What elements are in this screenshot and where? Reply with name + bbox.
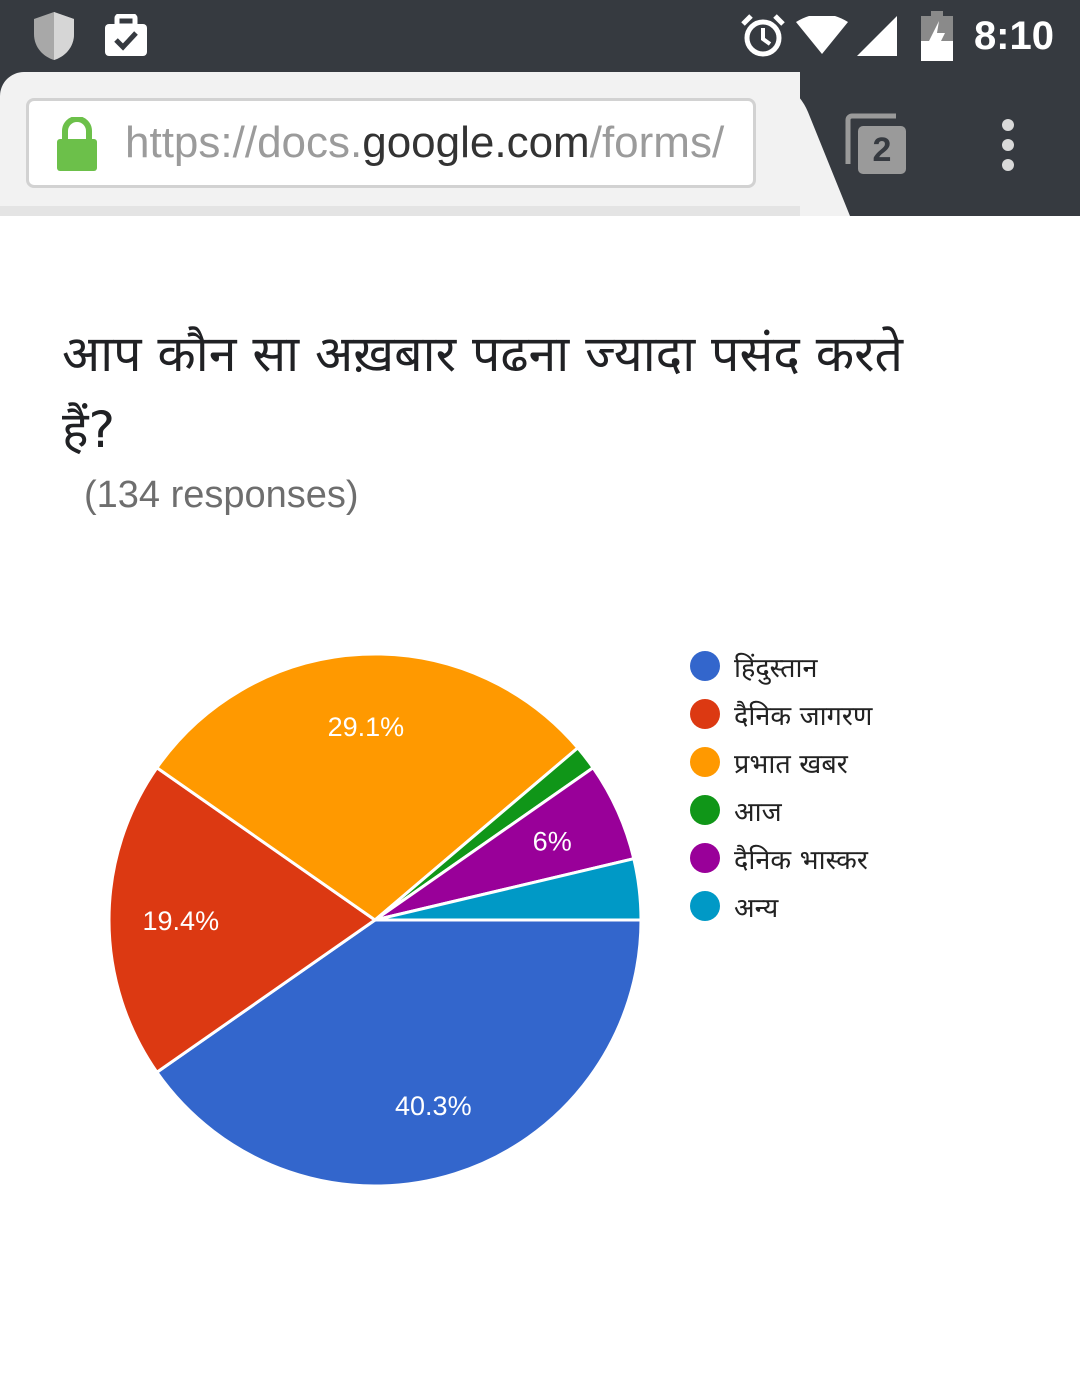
menu-dot (1002, 159, 1014, 171)
overflow-menu-button[interactable] (990, 112, 1026, 178)
legend-item[interactable]: आज (690, 786, 872, 834)
slice-percent-label: 40.3% (395, 1091, 472, 1121)
legend-item[interactable]: प्रभात खबर (690, 738, 872, 786)
slice-percent-label: 6% (533, 827, 572, 857)
menu-dot (1002, 119, 1014, 131)
legend-label: प्रभात खबर (734, 748, 848, 780)
lock-icon (55, 116, 99, 175)
legend-item[interactable]: हिंदुस्तान (690, 642, 872, 690)
legend-label: दैनिक जागरण (734, 700, 873, 732)
slice-percent-label: 29.1% (328, 712, 405, 742)
question-title: आप कौन सा अख़बार पढना ज्यादा पसंद करते ह… (62, 325, 904, 459)
chart-legend: हिंदुस्तान दैनिक जागरण प्रभात खबर आज दैनिक भ… (690, 642, 872, 930)
alarm-icon (740, 0, 786, 72)
url-suffix: /forms/ (589, 118, 725, 167)
toolbar-divider (0, 206, 800, 216)
legend-swatch (690, 891, 720, 921)
legend-label: अन्य (734, 892, 779, 924)
address-bar[interactable]: https://docs.google.com/forms/ (26, 98, 756, 188)
legend-swatch (690, 747, 720, 777)
legend-swatch (690, 651, 720, 681)
clock: 8:10 (973, 13, 1054, 58)
legend-item[interactable]: दैनिक जागरण (690, 690, 872, 738)
legend-item[interactable]: अन्य (690, 882, 872, 930)
shield-icon (28, 0, 80, 72)
legend-item[interactable]: दैनिक भास्कर (690, 834, 872, 882)
menu-dot (1002, 139, 1014, 151)
legend-swatch (690, 795, 720, 825)
slice-percent-label: 19.4% (143, 906, 220, 936)
legend-swatch (690, 699, 720, 729)
status-bar: 8:10 (0, 0, 1080, 72)
url-domain: google.com (362, 118, 590, 167)
legend-swatch (690, 843, 720, 873)
url-prefix: https://docs. (125, 118, 363, 167)
signal-icon (856, 0, 898, 72)
legend-label: हिंदुस्तान (734, 652, 818, 684)
url-text[interactable]: https://docs.google.com/forms/ (125, 101, 724, 185)
legend-label: आज (734, 796, 782, 828)
tab-count: 2 (872, 131, 892, 169)
briefcase-check-icon (102, 0, 150, 72)
response-count: (134 responses) (84, 474, 359, 516)
battery-charging-icon (918, 0, 956, 72)
legend-label: दैनिक भास्कर (734, 844, 868, 876)
wifi-icon (796, 0, 848, 72)
tab-switcher-button[interactable]: 2 (842, 112, 912, 178)
pie-chart: 40.3% 19.4% 29.1% 6% (107, 652, 643, 1188)
